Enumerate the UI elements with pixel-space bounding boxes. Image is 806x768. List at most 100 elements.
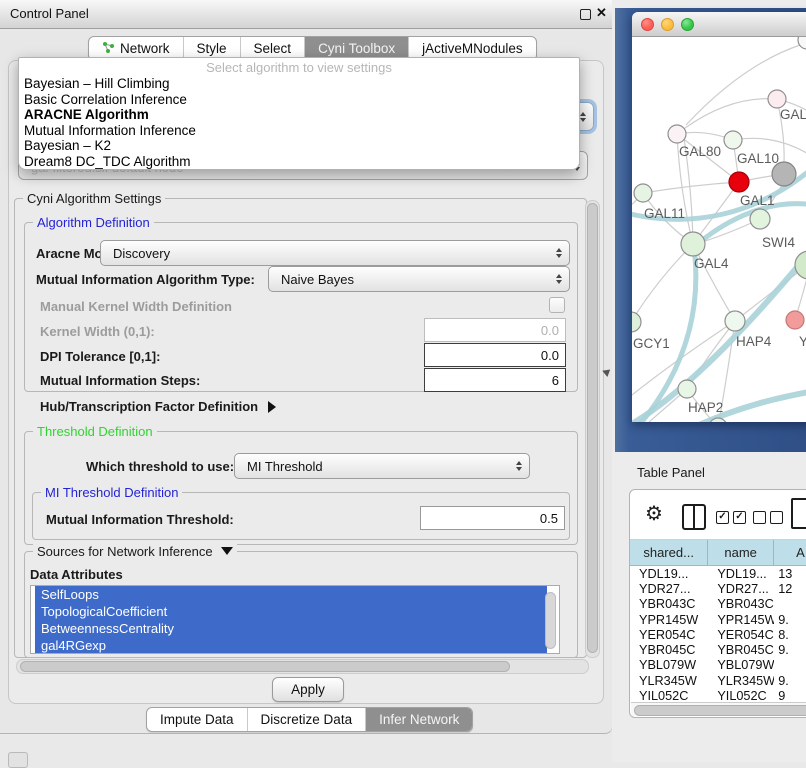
mi-algorithm-type-combobox[interactable]: Naive Bayes [268,266,570,292]
minimized-panel-icon[interactable] [8,752,28,768]
node-label: GAL11 [644,206,685,221]
table-panel: ⚙ ✓✓ shared...nameA YDL19...YDL19...13YD… [629,489,806,718]
network-edge[interactable] [643,182,739,193]
column-header[interactable]: name [708,540,774,565]
group-title: Algorithm Definition [33,215,154,230]
table-horizontal-scrollbar[interactable] [631,702,806,716]
table-row[interactable]: YER054CYER054C8. [630,627,806,642]
hub-definition-toggle[interactable]: Hub/Transcription Factor Definition [40,399,276,414]
cyni-bottom-tabbar: Impute DataDiscretize DataInfer Network [146,707,473,732]
float-window-icon[interactable] [580,9,591,20]
dropdown-item[interactable]: Mutual Information Inference [19,123,579,139]
table-panel-title: Table Panel [637,465,705,480]
page-icon[interactable] [791,498,806,529]
node-label: GCY1 [633,336,670,351]
table-row[interactable]: YBL079WYBL079W [630,658,806,673]
data-attributes-label: Data Attributes [30,567,123,582]
mi-algorithm-type-value: Naive Bayes [281,272,354,287]
table-row[interactable]: YDL19...YDL19...13 [630,566,806,581]
table-cell: 9. [774,612,806,627]
vertical-scrollbar[interactable] [585,200,600,658]
node-label: GAL [780,107,806,122]
dropdown-item[interactable]: Basic Correlation Inference [19,92,579,108]
mi-steps-field[interactable]: 6 [424,368,566,392]
network-edge[interactable] [632,244,693,322]
zoom-traffic-light-icon[interactable] [681,18,694,31]
table-row[interactable]: YBR043CYBR043C [630,597,806,612]
spinner-arrows-icon [556,274,562,284]
node-label: Y [799,334,806,349]
minimize-traffic-light-icon[interactable] [661,18,674,31]
mi-threshold-field[interactable]: 0.5 [420,506,565,530]
column-header[interactable]: shared... [630,540,708,565]
data-attributes-list[interactable]: SelfLoopsTopologicalCoefficientBetweenne… [30,585,560,654]
gear-icon[interactable]: ⚙ [645,501,663,526]
data-attribute-item[interactable]: TopologicalCoefficient [35,603,547,620]
manual-kernel-width-label: Manual Kernel Width Definition [40,299,232,314]
list-scrollbar-thumb[interactable] [545,592,556,649]
which-threshold-combobox[interactable]: MI Threshold [234,453,530,479]
data-attribute-item[interactable]: BetweennessCentrality [35,620,547,637]
columns-icon[interactable] [682,504,706,530]
dropdown-item[interactable]: Bayesian – K2 [19,138,579,154]
data-attribute-item[interactable]: gal4RGexp [35,637,547,654]
network-node-gal[interactable] [768,90,786,108]
table-row[interactable]: YDR27...YDR27...12 [630,581,806,596]
table-toolbar: ⚙ ✓✓ [630,490,806,540]
spinner-arrows-icon [580,112,586,122]
table-row[interactable]: YPR145WYPR145W9. [630,612,806,627]
close-icon[interactable]: ✕ [596,5,607,21]
mi-algorithm-type-label: Mutual Information Algorithm Type: [36,272,255,287]
algorithm-dropdown: Select algorithm to view settings Bayesi… [18,57,580,170]
deselect-all-checkboxes-icon[interactable] [753,511,783,524]
table-cell: YBR045C [708,642,774,657]
network-edge[interactable] [677,99,777,134]
table-cell: 9. [774,642,806,657]
node-label: HAP2 [688,400,723,415]
sources-toggle[interactable]: Sources for Network Inference [33,544,237,559]
column-header[interactable]: A [774,540,806,565]
network-node-gal10[interactable] [724,131,742,149]
network-node-swi4[interactable] [750,209,770,229]
control-panel-titlebar: Control Panel ✕ [0,0,612,29]
network-node-gal11[interactable] [634,184,652,202]
network-node-gal4[interactable] [681,232,705,256]
network-icon [102,41,120,57]
tab-discretize-data[interactable]: Discretize Data [248,708,367,731]
manual-kernel-width-checkbox[interactable] [549,297,565,313]
network-node-gal80[interactable] [668,125,686,143]
table-row[interactable]: YBR045CYBR045C9. [630,642,806,657]
network-node[interactable] [798,37,806,49]
network-graph[interactable]: GALGAL80GAL10GAL1GAL11SWI4GAL4GCY1HAP4YH… [632,37,806,422]
aracne-mode-combobox[interactable]: Discovery [100,240,570,266]
network-node-gcy1[interactable] [632,312,641,332]
table-row[interactable]: YLR345WYLR345W9. [630,673,806,688]
network-canvas[interactable]: GALGAL80GAL10GAL1GAL11SWI4GAL4GCY1HAP4YH… [632,37,806,422]
tab-impute-data[interactable]: Impute Data [147,708,248,731]
network-view-window: GALGAL80GAL10GAL1GAL11SWI4GAL4GCY1HAP4YH… [632,12,806,422]
tab-label: Network [120,41,170,56]
network-node[interactable] [795,251,806,279]
network-node-hap2[interactable] [678,380,696,398]
table-cell: YDL19... [630,566,708,581]
table-cell: YDL19... [708,566,774,581]
dropdown-item[interactable]: Dream8 DC_TDC Algorithm [19,154,579,170]
apply-button[interactable]: Apply [272,677,344,702]
dpi-tolerance-field[interactable]: 0.0 [424,343,566,367]
close-traffic-light-icon[interactable] [641,18,654,31]
dropdown-item[interactable]: Bayesian – Hill Climbing [19,76,579,92]
tab-infer-network[interactable]: Infer Network [366,708,472,731]
table-header[interactable]: shared...nameA [630,540,806,566]
network-window-titlebar [632,12,806,37]
table-cell: YBR045C [630,642,708,657]
horizontal-scrollbar[interactable] [16,659,589,674]
network-node-gal1[interactable] [729,172,749,192]
data-attribute-item[interactable]: SelfLoops [35,586,547,603]
select-all-checkboxes-icon[interactable]: ✓✓ [716,511,746,524]
dropdown-item[interactable]: ARACNE Algorithm [19,107,579,123]
network-node-y[interactable] [786,311,804,329]
table-body[interactable]: YDL19...YDL19...13YDR27...YDR27...12YBR0… [630,566,806,704]
expand-right-icon [268,401,276,413]
table-cell: 9. [774,673,806,688]
network-node-hap4[interactable] [725,311,745,331]
